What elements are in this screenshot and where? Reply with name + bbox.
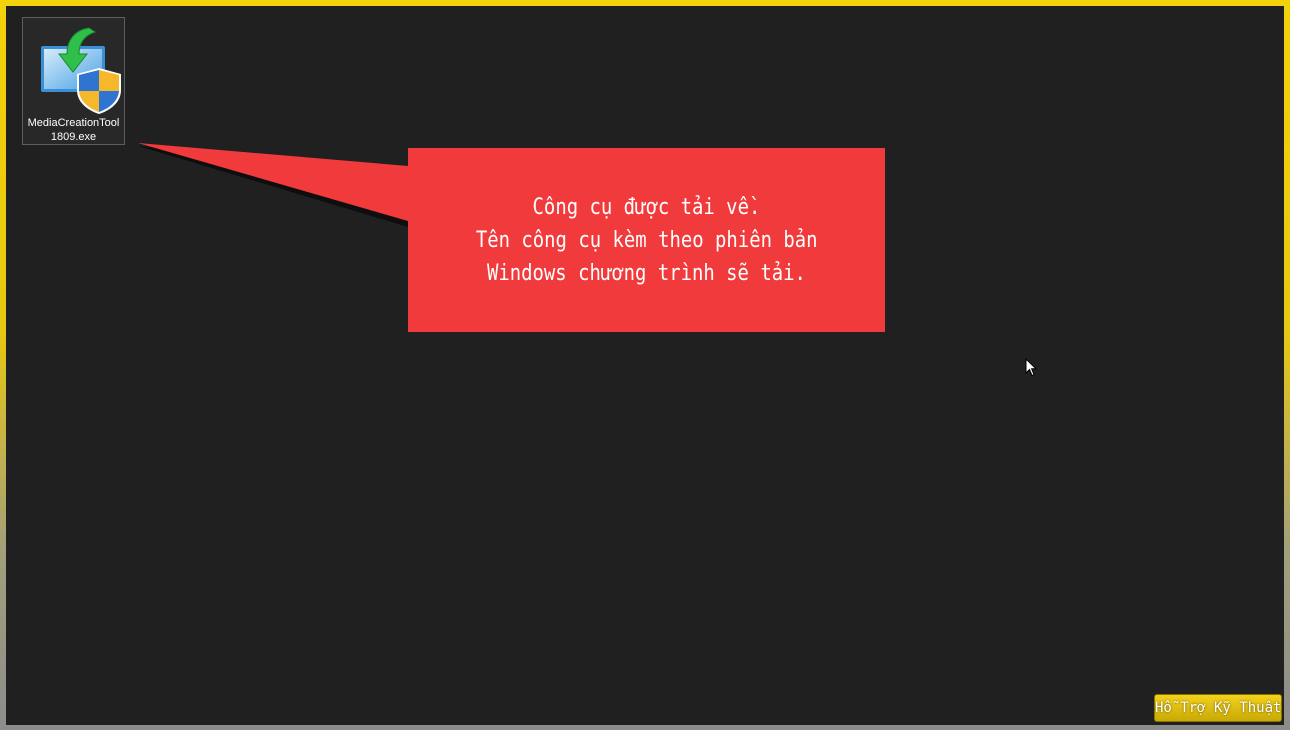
yellow-frame: MediaCreationTool1809.exe Công cụ được t… xyxy=(0,0,1290,730)
callout-line-2: Tên công cụ kèm theo phiên bản xyxy=(475,227,818,253)
desktop: MediaCreationTool1809.exe Công cụ được t… xyxy=(6,6,1284,725)
support-badge-button[interactable]: Hỗ Trợ Kỹ Thuật xyxy=(1154,694,1282,722)
callout-line-1: Công cụ được tải về. xyxy=(532,194,761,220)
callout-box: Công cụ được tải về. Tên công cụ kèm the… xyxy=(408,148,885,332)
mouse-cursor-icon xyxy=(1025,358,1037,377)
desktop-icon-label: MediaCreationTool1809.exe xyxy=(27,117,120,143)
desktop-icon-media-creation-tool[interactable]: MediaCreationTool1809.exe xyxy=(22,17,125,145)
callout-line-3: Windows chương trình sẽ tải. xyxy=(487,260,806,286)
callout-pointer xyxy=(138,143,408,227)
media-creation-tool-icon xyxy=(37,24,121,114)
